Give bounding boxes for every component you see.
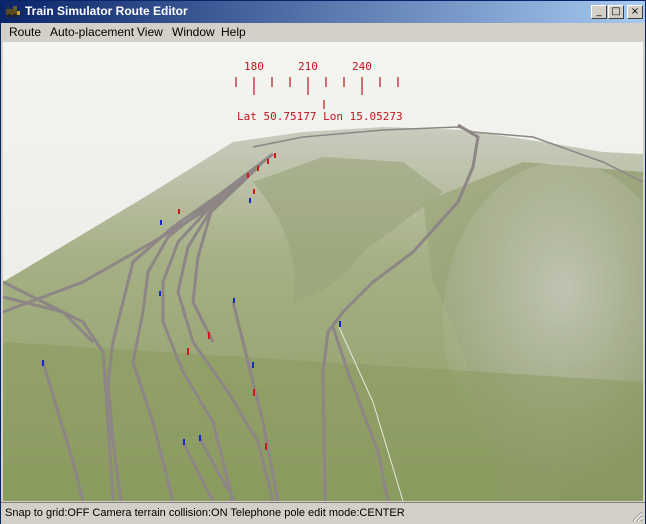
menu-bar: Route Auto-placement View Window Help [1, 23, 645, 42]
close-button[interactable]: × [627, 5, 643, 19]
menu-route[interactable]: Route [9, 25, 41, 39]
title-bar[interactable]: Train Simulator Route Editor _ □ × [1, 1, 645, 23]
locomotive-icon[interactable] [5, 4, 21, 20]
position-readout: Lat 50.75177 Lon 15.05273 [237, 110, 403, 123]
resize-grip-icon[interactable] [631, 510, 643, 522]
heading-label-180: 180 [244, 60, 264, 73]
menu-view[interactable]: View [137, 25, 163, 39]
status-text: Snap to grid:OFF Camera terrain collisio… [5, 507, 405, 519]
window-title: Train Simulator Route Editor [25, 4, 188, 18]
app-window: Train Simulator Route Editor _ □ × Route… [0, 0, 646, 524]
status-bar: Snap to grid:OFF Camera terrain collisio… [1, 502, 645, 524]
heading-label-240: 240 [352, 60, 372, 73]
heading-label-210: 210 [298, 60, 318, 73]
menu-auto-placement[interactable]: Auto-placement [50, 25, 134, 39]
minimize-button[interactable]: _ [591, 5, 607, 19]
menu-window[interactable]: Window [172, 25, 215, 39]
3d-viewport[interactable]: 180 210 240 Lat 50.75177 Lon 15.05273 [3, 42, 643, 501]
terrain-scene[interactable]: 180 210 240 Lat 50.75177 Lon 15.05273 [3, 42, 643, 501]
maximize-button[interactable]: □ [608, 5, 624, 19]
menu-help[interactable]: Help [221, 25, 246, 39]
